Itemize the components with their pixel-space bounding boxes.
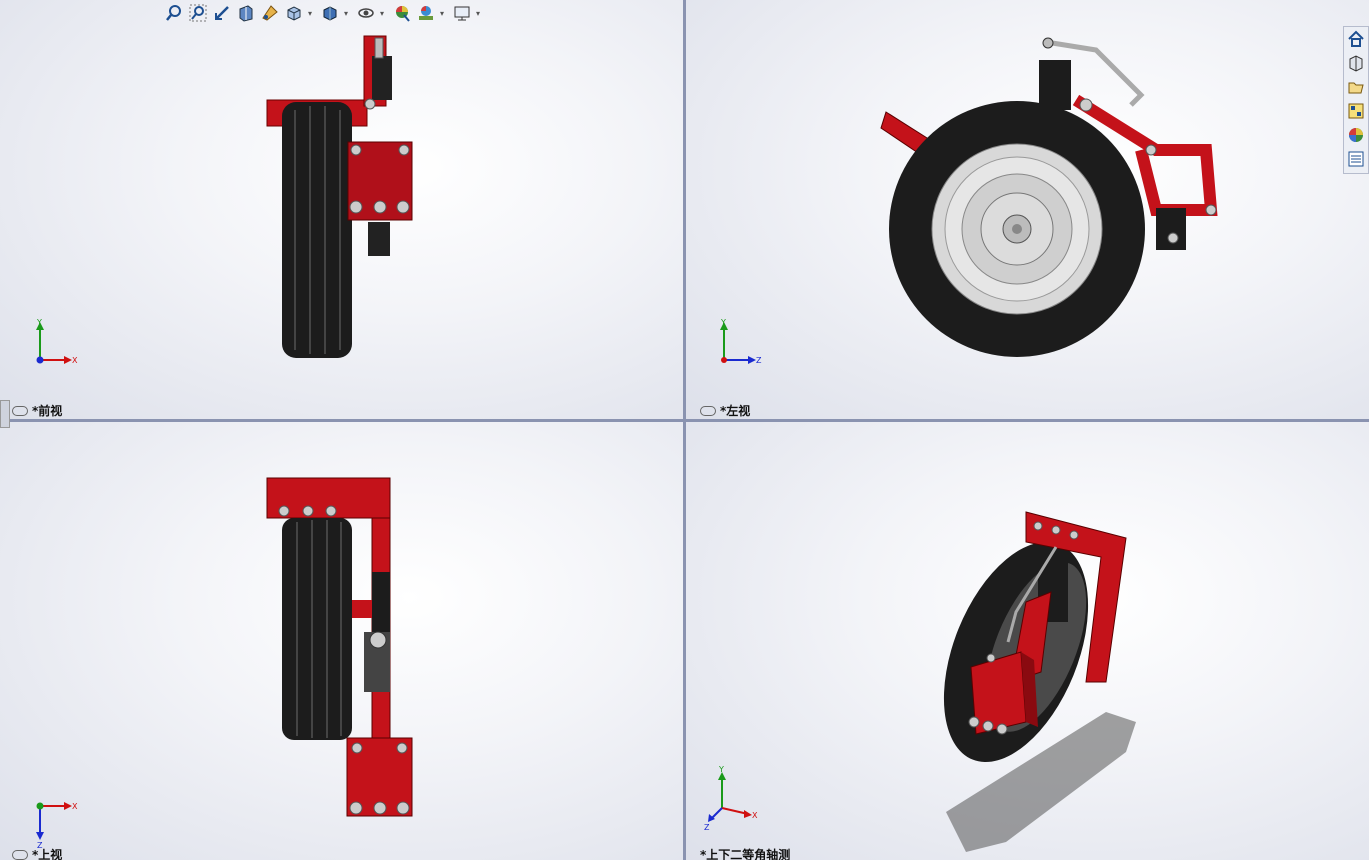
file-explorer-icon[interactable]	[1345, 76, 1367, 98]
viewport-divider-horizontal[interactable]	[0, 419, 1369, 422]
viewport-label-top[interactable]: *上视	[12, 846, 62, 860]
viewport-label-front[interactable]: *前视	[12, 402, 62, 419]
view-toolbar: ▾ ▾ ▾ ▾ ▾	[164, 2, 484, 24]
apply-scene-icon[interactable]	[416, 3, 436, 23]
link-views-icon[interactable]	[12, 849, 28, 860]
svg-text:X: X	[72, 356, 78, 365]
zoom-to-area-icon[interactable]	[188, 3, 208, 23]
orientation-triad: Y X Z	[704, 766, 758, 832]
chevron-down-icon[interactable]: ▾	[380, 9, 388, 18]
svg-text:Y: Y	[720, 318, 726, 327]
viewport-iso[interactable]: Y X Z *上下二等角轴测	[686, 422, 1369, 860]
iso-view-model[interactable]	[686, 422, 1369, 860]
svg-text:Y: Y	[718, 766, 724, 774]
viewport-divider-vertical[interactable]	[683, 0, 686, 860]
svg-text:Z: Z	[756, 356, 762, 365]
chevron-down-icon[interactable]: ▾	[476, 9, 484, 18]
display-style-icon[interactable]	[320, 3, 340, 23]
custom-properties-icon[interactable]	[1345, 148, 1367, 170]
view-palette-icon[interactable]	[1345, 100, 1367, 122]
svg-text:Z: Z	[704, 823, 710, 832]
panel-collapse-handle[interactable]	[0, 400, 10, 428]
edit-appearance-icon[interactable]	[392, 3, 412, 23]
home-icon[interactable]	[1345, 28, 1367, 50]
link-views-icon[interactable]	[700, 405, 716, 416]
appearances-icon[interactable]	[1345, 124, 1367, 146]
chevron-down-icon[interactable]: ▾	[440, 9, 448, 18]
left-view-model[interactable]	[686, 0, 1369, 419]
chevron-down-icon[interactable]: ▾	[344, 9, 352, 18]
previous-view-icon[interactable]	[212, 3, 232, 23]
viewport-left[interactable]: Y Z *左视	[686, 0, 1369, 419]
chevron-down-icon[interactable]: ▾	[308, 9, 316, 18]
top-view-model[interactable]	[0, 422, 683, 860]
front-view-model[interactable]	[0, 0, 683, 419]
design-library-icon[interactable]	[1345, 52, 1367, 74]
viewport-label-iso[interactable]: *上下二等角轴测	[700, 846, 790, 860]
orientation-triad: Y Z	[720, 318, 762, 365]
viewport-front[interactable]: ▾ ▾ ▾ ▾ ▾ Y X *前视	[0, 0, 683, 419]
orientation-triad: Y X	[36, 318, 78, 365]
hide-show-items-icon[interactable]	[356, 3, 376, 23]
task-pane-tabs	[1343, 26, 1369, 174]
link-views-icon[interactable]	[12, 405, 28, 416]
view-settings-icon[interactable]	[452, 3, 472, 23]
svg-text:X: X	[752, 811, 758, 820]
zoom-to-fit-icon[interactable]	[164, 3, 184, 23]
view-orientation-icon[interactable]	[284, 3, 304, 23]
viewport-top[interactable]: Z X *上视	[0, 422, 683, 860]
svg-text:Y: Y	[36, 318, 42, 327]
section-view-icon[interactable]	[236, 3, 256, 23]
svg-text:X: X	[72, 802, 78, 811]
viewport-label-left[interactable]: *左视	[700, 402, 750, 419]
orientation-triad: Z X	[36, 802, 78, 848]
dynamic-annotation-icon[interactable]	[260, 3, 280, 23]
